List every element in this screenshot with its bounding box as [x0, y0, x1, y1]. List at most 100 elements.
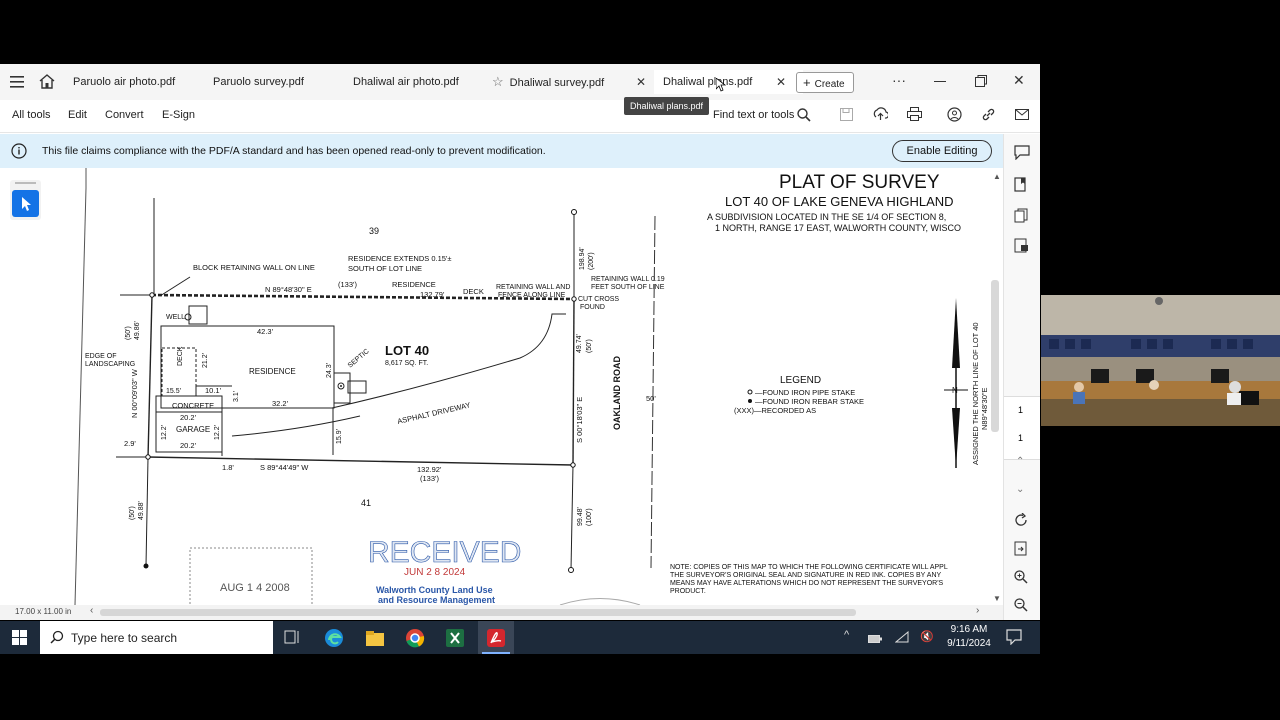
- upload-icon[interactable]: [873, 107, 890, 126]
- email-icon[interactable]: [1015, 108, 1029, 126]
- edge-browser-icon[interactable]: [324, 628, 344, 653]
- horizontal-scroll-thumb[interactable]: [100, 609, 856, 616]
- share-user-icon[interactable]: [947, 107, 962, 127]
- lot-41-label: 41: [361, 498, 371, 508]
- tab-label: Dhaliwal survey.pdf: [509, 77, 605, 89]
- clock[interactable]: 9:16 AM 9/11/2024: [946, 624, 992, 649]
- west-distance-label: 49.86': [134, 321, 141, 340]
- comment-icon[interactable]: [1014, 145, 1030, 165]
- convert-button[interactable]: Convert: [105, 109, 144, 121]
- scroll-left-icon[interactable]: ‹: [90, 605, 93, 616]
- star-icon[interactable]: ☆: [492, 74, 504, 89]
- tray-chevron-icon[interactable]: ^: [844, 629, 849, 641]
- find-text-button[interactable]: Find text or tools: [713, 109, 794, 121]
- cut-cross-label: CUT CROSS: [578, 296, 619, 303]
- volume-muted-icon[interactable]: 🔇: [920, 630, 934, 643]
- create-button[interactable]: + Create: [796, 72, 854, 93]
- deck-top-label: DECK: [463, 287, 484, 296]
- windows-start-icon[interactable]: [12, 630, 27, 650]
- note-line-4: PRODUCT.: [670, 588, 706, 595]
- excel-icon[interactable]: [445, 628, 465, 653]
- well-label: WELL: [166, 314, 185, 321]
- info-icon: [11, 143, 27, 164]
- east-bearing-label: S 00°18'03" E: [575, 397, 584, 443]
- esign-button[interactable]: E-Sign: [162, 109, 195, 121]
- zoom-in-icon[interactable]: [1014, 570, 1028, 589]
- septic-label: SEPTIC: [347, 348, 371, 370]
- garage-label: GARAGE: [176, 425, 210, 434]
- minimize-icon[interactable]: [934, 81, 946, 82]
- network-icon[interactable]: [894, 630, 909, 648]
- close-tab-icon[interactable]: ✕: [776, 70, 786, 94]
- more-options-icon[interactable]: ···: [892, 72, 906, 88]
- legend-pipe-stake: —FOUND IRON PIPE STAKE: [755, 388, 855, 397]
- cut-cross-found-label: FOUND: [580, 304, 605, 311]
- walworth-line-1: Walworth County Land Use: [376, 585, 493, 595]
- horizontal-scrollbar[interactable]: 17.00 x 11.00 in ‹ ›: [0, 605, 1003, 620]
- east-distance-label: 49.74': [576, 334, 583, 353]
- meeting-room-image: [1041, 295, 1280, 426]
- old-stamp-date: AUG 1 4 2008: [220, 582, 290, 594]
- edit-button[interactable]: Edit: [68, 109, 87, 121]
- south-distance-label: 132.92': [417, 465, 442, 474]
- file-explorer-icon[interactable]: [365, 629, 385, 652]
- page-up-icon[interactable]: ⌃: [1016, 456, 1024, 467]
- plat-title: PLAT OF SURVEY: [779, 172, 940, 193]
- driveway-label: ASPHALT DRIVEWAY: [396, 400, 471, 426]
- tab-dhaliwal-air-photo[interactable]: Dhaliwal air photo.pdf: [344, 70, 489, 94]
- current-page[interactable]: 1: [1018, 405, 1023, 415]
- search-icon: [50, 630, 64, 649]
- subdivision-line-1: A SUBDIVISION LOCATED IN THE SE 1/4 OF S…: [707, 212, 946, 222]
- battery-icon[interactable]: [868, 631, 882, 649]
- scroll-up-icon[interactable]: ▲: [993, 172, 1001, 181]
- home-icon[interactable]: [39, 74, 55, 94]
- acrobat-taskbar-button[interactable]: [478, 621, 514, 654]
- tab-paruolo-survey[interactable]: Paruolo survey.pdf: [204, 70, 349, 94]
- clock-date: 9/11/2024: [947, 638, 991, 649]
- search-icon[interactable]: [797, 108, 811, 127]
- residence-top-label: RESIDENCE: [392, 280, 436, 289]
- tab-paruolo-air-photo[interactable]: Paruolo air photo.pdf: [64, 70, 209, 94]
- note-line-3: MEANS MAY HAVE ALTERATIONS WHICH DO NOT …: [670, 580, 944, 587]
- close-window-icon[interactable]: ✕: [1013, 72, 1025, 89]
- top-distance-label: 198.94': [579, 247, 586, 270]
- document-viewer[interactable]: 39 41 BLOCK RETAINING WALL ON LINE RESID…: [0, 168, 1003, 605]
- close-tab-icon[interactable]: ✕: [636, 70, 646, 94]
- clock-time: 9:16 AM: [950, 624, 988, 635]
- note-line-1: NOTE: COPIES OF THIS MAP TO WHICH THE FO…: [670, 564, 948, 571]
- page-down-icon[interactable]: ⌄: [1016, 484, 1024, 495]
- info-message: This file claims compliance with the PDF…: [42, 145, 546, 157]
- pages-icon[interactable]: [1014, 208, 1030, 228]
- task-view-icon[interactable]: [284, 630, 300, 649]
- print-icon[interactable]: [907, 107, 922, 126]
- chrome-icon[interactable]: [405, 628, 425, 653]
- protect-icon[interactable]: [1014, 238, 1030, 258]
- restore-icon[interactable]: [975, 74, 987, 92]
- vertical-scrollbar[interactable]: ▲ ▼: [990, 168, 1002, 605]
- save-icon[interactable]: [840, 108, 853, 126]
- lower-distance-label: 49.88': [138, 501, 145, 520]
- active-indicator: [482, 652, 510, 654]
- all-tools-button[interactable]: All tools: [12, 109, 51, 121]
- taskbar-search-box[interactable]: Type here to search: [40, 621, 273, 654]
- retaining-fence-label: RETAINING WALL AND: [496, 284, 570, 291]
- legend-recorded-as: (XXX)—RECORDED AS: [734, 406, 816, 415]
- rotate-icon[interactable]: [1014, 512, 1028, 532]
- enable-editing-button[interactable]: Enable Editing: [892, 140, 992, 162]
- extract-page-icon[interactable]: [1014, 541, 1028, 561]
- top-recorded-label: (200'): [588, 252, 595, 270]
- assigned-north-line-label: ASSIGNED THE NORTH LINE OF LOT 40: [971, 322, 980, 465]
- zoom-out-icon[interactable]: [1014, 598, 1028, 617]
- concrete-label: CONCRETE: [172, 401, 214, 410]
- west-recorded-label: (50'): [125, 326, 132, 340]
- scroll-right-icon[interactable]: ›: [976, 605, 979, 616]
- dim-15-5: 15.5': [166, 388, 181, 395]
- hamburger-menu-icon[interactable]: [10, 75, 24, 93]
- link-icon[interactable]: [981, 107, 996, 127]
- vertical-scroll-thumb[interactable]: [991, 280, 999, 432]
- notification-icon[interactable]: [1006, 629, 1022, 650]
- legend-title: LEGEND: [780, 375, 821, 386]
- scroll-down-icon[interactable]: ▼: [993, 594, 1001, 603]
- assigned-bearing-label: N89°48'30"E: [980, 387, 989, 430]
- bookmark-icon[interactable]: [1014, 177, 1030, 197]
